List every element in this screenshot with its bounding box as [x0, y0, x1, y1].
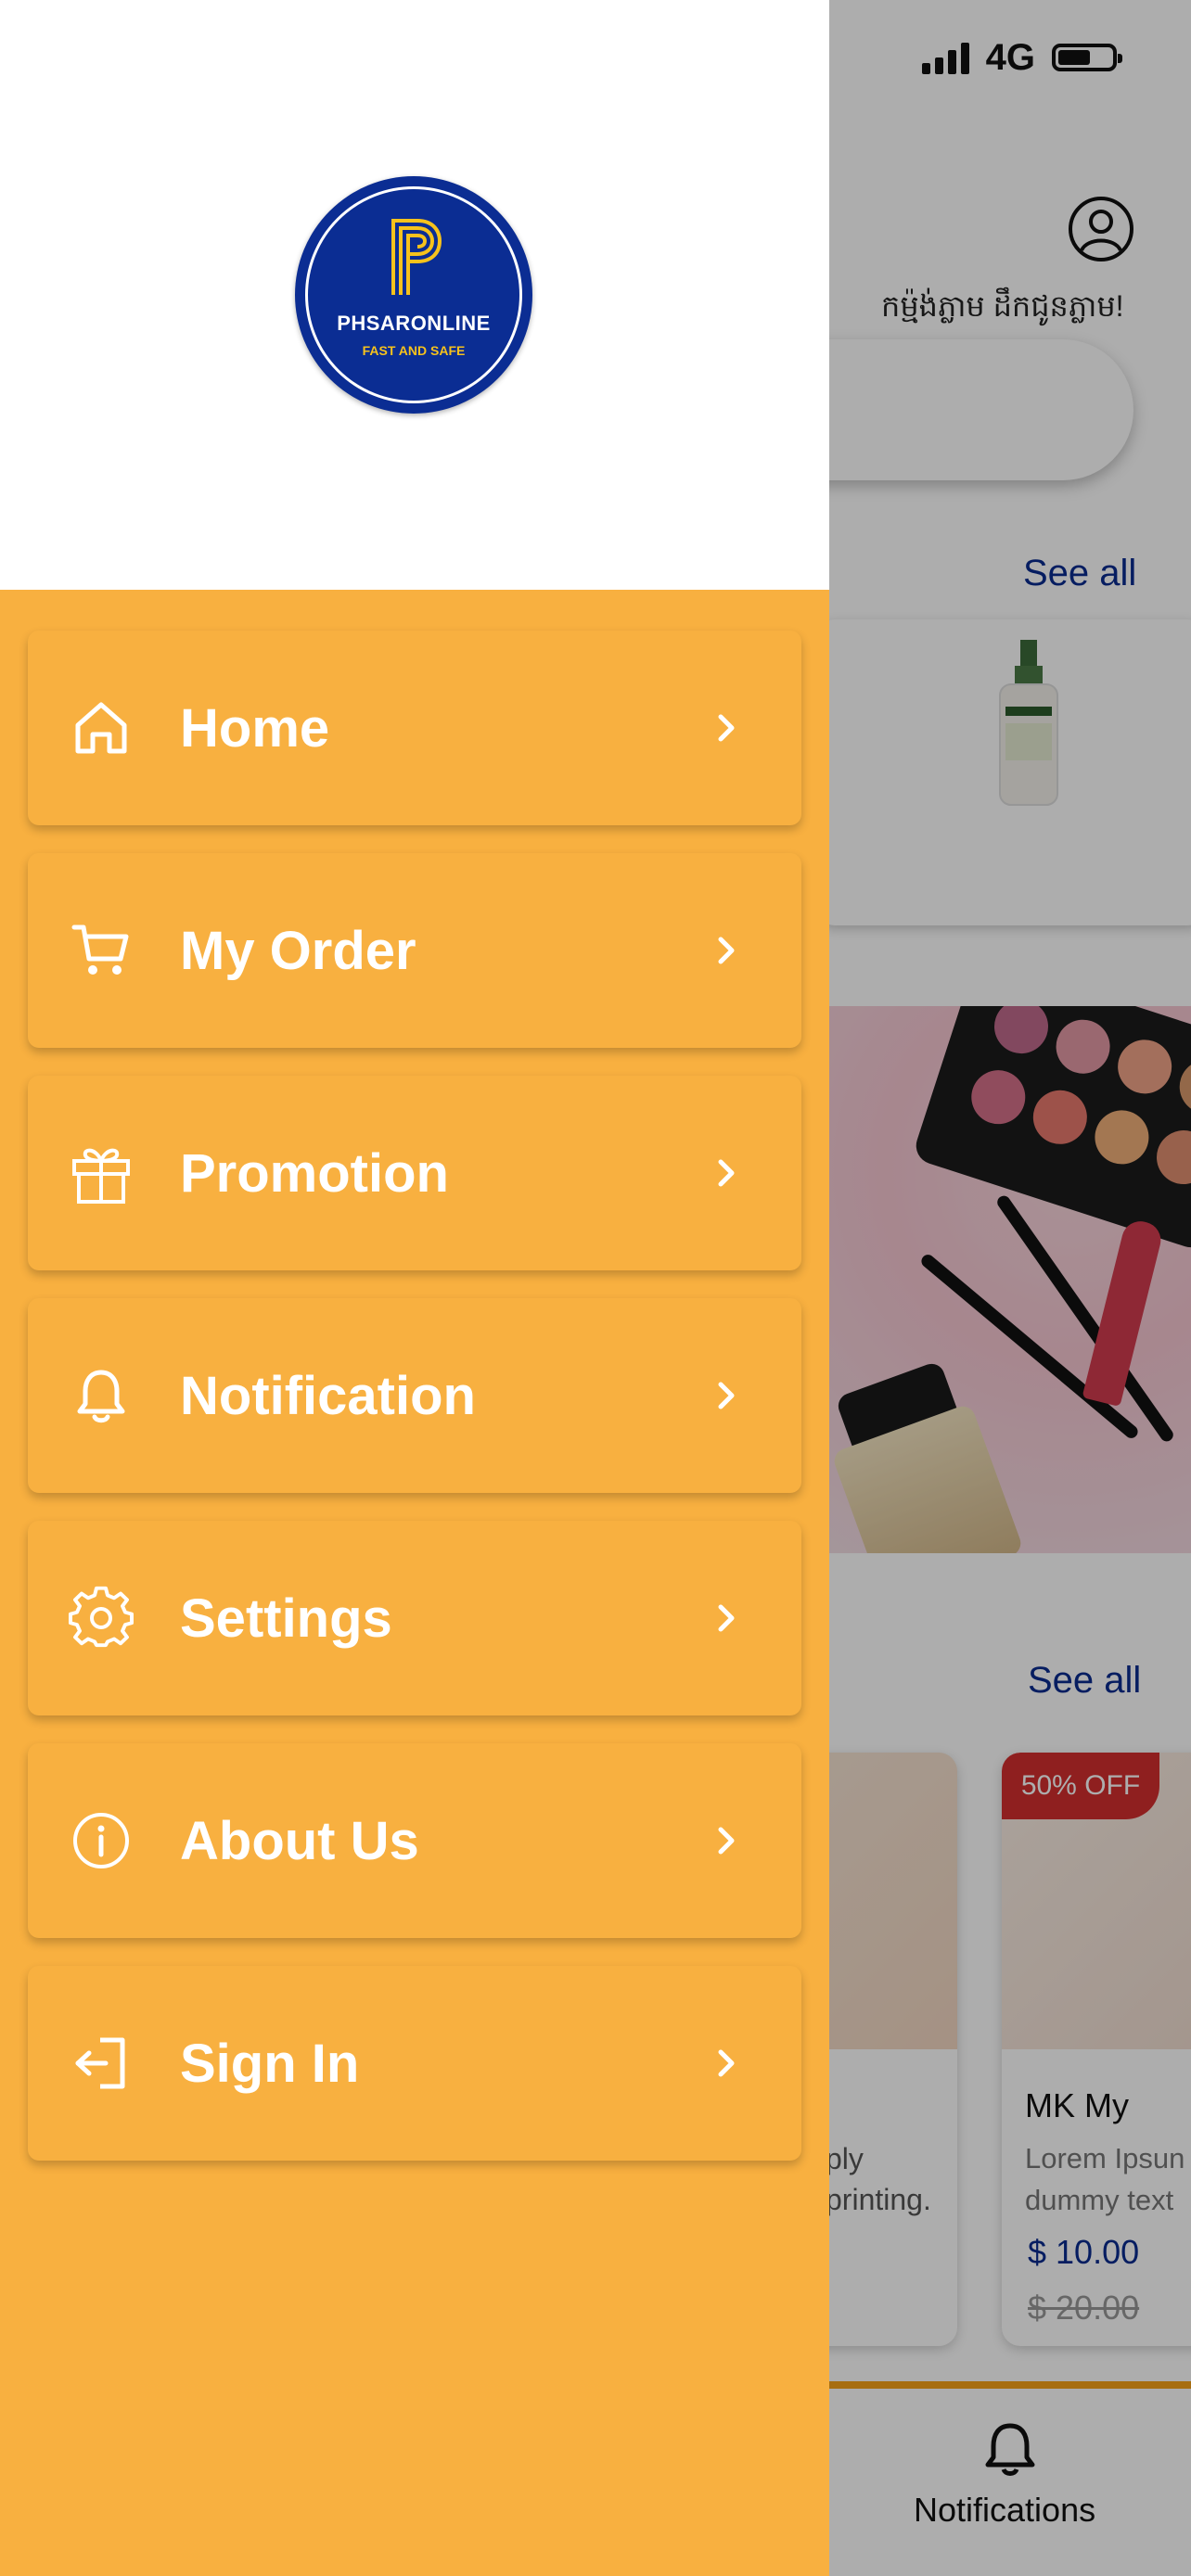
- brand-logo: PHSARONLINE FAST AND SAFE: [295, 176, 532, 414]
- chevron-right-icon: [718, 1604, 735, 1632]
- menu-item-label: Sign In: [180, 2033, 360, 2094]
- menu-item-notification[interactable]: Notification: [28, 1298, 801, 1493]
- chevron-right-icon: [718, 714, 735, 742]
- menu-item-settings[interactable]: Settings: [28, 1521, 801, 1715]
- chevron-right-icon: [718, 2049, 735, 2077]
- logo-tagline: FAST AND SAFE: [362, 343, 466, 358]
- menu-item-label: About Us: [180, 1810, 419, 1871]
- menu-item-label: Home: [180, 697, 330, 759]
- gift-icon: [72, 1148, 130, 1204]
- sign-in-icon: [75, 2037, 125, 2089]
- cart-icon: [71, 925, 129, 975]
- menu-item-label: My Order: [180, 920, 416, 981]
- bell-icon: [77, 1370, 125, 1423]
- menu-item-label: Notification: [180, 1365, 476, 1426]
- menu-item-label: Promotion: [180, 1142, 449, 1204]
- menu-item-about-us[interactable]: About Us: [28, 1743, 801, 1938]
- menu-item-promotion[interactable]: Promotion: [28, 1076, 801, 1270]
- logo-title: PHSARONLINE: [337, 312, 491, 335]
- gear-icon: [69, 1586, 134, 1648]
- logo-p-mark: [391, 219, 442, 295]
- home-icon: [75, 702, 127, 754]
- menu-item-my-order[interactable]: My Order: [28, 853, 801, 1048]
- drawer-menu: Home My Order Promotion Notification Set…: [28, 631, 801, 2188]
- menu-item-sign-in[interactable]: Sign In: [28, 1966, 801, 2161]
- info-icon: [73, 1813, 129, 1868]
- chevron-right-icon: [718, 1382, 735, 1409]
- chevron-right-icon: [718, 1827, 735, 1855]
- menu-item-label: Settings: [180, 1588, 392, 1649]
- chevron-right-icon: [718, 1159, 735, 1187]
- drawer-header: PHSARONLINE FAST AND SAFE: [0, 0, 829, 590]
- menu-item-home[interactable]: Home: [28, 631, 801, 825]
- chevron-right-icon: [718, 937, 735, 964]
- side-drawer: PHSARONLINE FAST AND SAFE Home My Order: [0, 0, 829, 2576]
